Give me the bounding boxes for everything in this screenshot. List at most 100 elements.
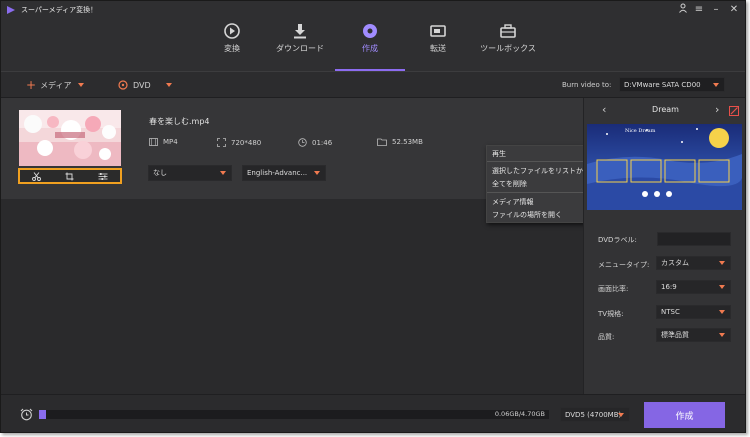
trim-scissors-icon[interactable]: [32, 171, 41, 181]
create-button[interactable]: 作成: [644, 402, 725, 428]
disc-icon: [118, 80, 128, 90]
menu-item-play[interactable]: 再生: [492, 149, 506, 159]
chevron-down-icon: [78, 83, 84, 87]
chevron-down-icon: [220, 171, 226, 175]
tab-create[interactable]: 作成: [335, 17, 405, 71]
crop-icon[interactable]: [65, 172, 74, 181]
chevron-down-icon: [719, 333, 725, 337]
disc-capacity-bar: 0.06GB/4.70GB: [39, 410, 549, 419]
tab-toolbox-label: ツールボックス: [480, 44, 536, 53]
aspect-ratio-label: 画面比率:: [598, 285, 629, 293]
menu-item-media-info[interactable]: メディア情報: [492, 197, 534, 207]
bottom-bar: 0.06GB/4.70GB DVD5 (4700MB) 作成: [1, 394, 745, 432]
video-thumbnail-image: [19, 110, 121, 166]
app-logo-icon: [7, 6, 15, 14]
chevron-down-icon: [618, 412, 624, 417]
menu-item-open-location[interactable]: ファイルの場所を開く: [492, 210, 562, 220]
disc-type-value: DVD5 (4700MB): [565, 410, 622, 419]
file-duration-value: 01:46: [312, 138, 333, 147]
media-list: 春を楽しむ.mp4 MP4 720*480 01:46 52.53MB なし E…: [1, 98, 583, 394]
tv-standard-select[interactable]: NTSC: [656, 305, 731, 319]
main-nav: 変換 ダウンロード 作成 転送 ツールボックス: [1, 17, 745, 71]
add-dvd-button[interactable]: DVD: [118, 78, 151, 92]
burn-video-label: Burn video to:: [562, 81, 612, 89]
account-icon[interactable]: [676, 3, 690, 17]
toolbar: + メディア DVD Burn video to: D:VMware SATA …: [1, 72, 745, 98]
tab-transfer[interactable]: 転送: [403, 17, 473, 71]
tab-toolbox[interactable]: ツールボックス: [473, 17, 543, 71]
subtitle-select-value: なし: [153, 169, 167, 177]
alarm-clock-icon[interactable]: [20, 408, 33, 421]
tv-standard-value: NTSC: [661, 308, 680, 316]
add-dvd-dropdown[interactable]: [166, 78, 172, 92]
thumbnail-edit-toolbar: [18, 168, 122, 184]
template-preview[interactable]: Nice Dream: [587, 124, 742, 210]
add-media-dropdown[interactable]: [78, 78, 84, 92]
edit-template-icon[interactable]: [729, 106, 739, 116]
audio-track-select[interactable]: English-Advanc...: [242, 165, 326, 181]
folder-icon: [377, 138, 387, 146]
download-icon: [294, 24, 306, 39]
chevron-down-icon: [166, 83, 172, 87]
menu-icon[interactable]: ≡: [692, 3, 706, 17]
tv-standard-label: TV規格:: [598, 310, 624, 318]
quality-select[interactable]: 標準品質: [656, 328, 731, 342]
resolution-icon: [217, 138, 226, 147]
tab-convert[interactable]: 変換: [197, 17, 267, 71]
menu-type-select[interactable]: カスタム: [656, 256, 731, 270]
file-format: MP4: [149, 138, 178, 146]
convert-icon: [224, 23, 240, 39]
chevron-right-icon[interactable]: ›: [715, 103, 719, 116]
file-size-value: 52.53MB: [392, 138, 423, 146]
app-title: スーパーメディア変換！: [21, 6, 98, 14]
chevron-down-icon: [719, 310, 725, 314]
film-icon: [149, 138, 158, 146]
file-size: 52.53MB: [377, 138, 423, 146]
add-media-button[interactable]: + メディア: [26, 78, 72, 92]
file-name: 春を楽しむ.mp4: [149, 117, 210, 126]
tab-convert-label: 変換: [224, 44, 240, 53]
active-tab-indicator: [335, 69, 405, 71]
dvd-settings-panel: ‹ Dream › Nice Dream DVDラベル: メニュータイプ: カス…: [583, 98, 745, 394]
tab-transfer-label: 転送: [430, 44, 446, 53]
dvd-label-input[interactable]: [657, 232, 731, 246]
menu-type-value: カスタム: [661, 259, 689, 267]
disc-capacity-fill: [39, 410, 46, 419]
quality-label: 品質:: [598, 333, 615, 341]
chevron-down-icon: [314, 171, 320, 175]
add-media-label: メディア: [40, 80, 72, 90]
aspect-ratio-value: 16:9: [661, 283, 677, 291]
create-disc-icon: [363, 24, 377, 38]
tab-download[interactable]: ダウンロード: [265, 17, 335, 71]
audio-track-select-value: English-Advanc...: [247, 169, 308, 177]
disc-capacity-text: 0.06GB/4.70GB: [494, 410, 545, 418]
aspect-ratio-select[interactable]: 16:9: [656, 280, 731, 294]
dvd-label-label: DVDラベル:: [598, 236, 637, 244]
app-window: スーパーメディア変換！ ≡ – ✕ 変換 ダウンロード 作成 転送 ツールボック…: [0, 0, 746, 433]
transfer-icon: [430, 25, 446, 37]
minimize-icon[interactable]: –: [709, 3, 723, 17]
template-preview-image: [587, 124, 742, 210]
template-preview-title: Nice Dream: [625, 128, 656, 134]
quality-value: 標準品質: [661, 331, 689, 339]
clock-icon: [298, 138, 307, 147]
video-thumbnail[interactable]: [19, 110, 121, 166]
plus-icon: +: [26, 78, 37, 92]
chevron-down-icon: [713, 82, 719, 87]
chevron-down-icon: [719, 261, 725, 265]
chevron-down-icon: [719, 285, 725, 289]
file-resolution: 720*480: [217, 138, 261, 147]
file-format-value: MP4: [163, 138, 178, 146]
add-dvd-label: DVD: [133, 80, 151, 90]
tab-download-label: ダウンロード: [276, 44, 324, 53]
burn-target-value: D:VMware SATA CD00: [624, 80, 701, 89]
disc-type-select[interactable]: DVD5 (4700MB): [560, 407, 630, 422]
toolbox-icon: [500, 24, 516, 38]
menu-item-remove-all[interactable]: 全てを削除: [492, 179, 527, 189]
file-duration: 01:46: [298, 138, 332, 147]
effects-sliders-icon[interactable]: [98, 172, 108, 181]
burn-target-select[interactable]: D:VMware SATA CD00: [619, 77, 725, 92]
file-resolution-value: 720*480: [231, 138, 262, 147]
subtitle-select[interactable]: なし: [148, 165, 232, 181]
close-icon[interactable]: ✕: [727, 3, 741, 17]
